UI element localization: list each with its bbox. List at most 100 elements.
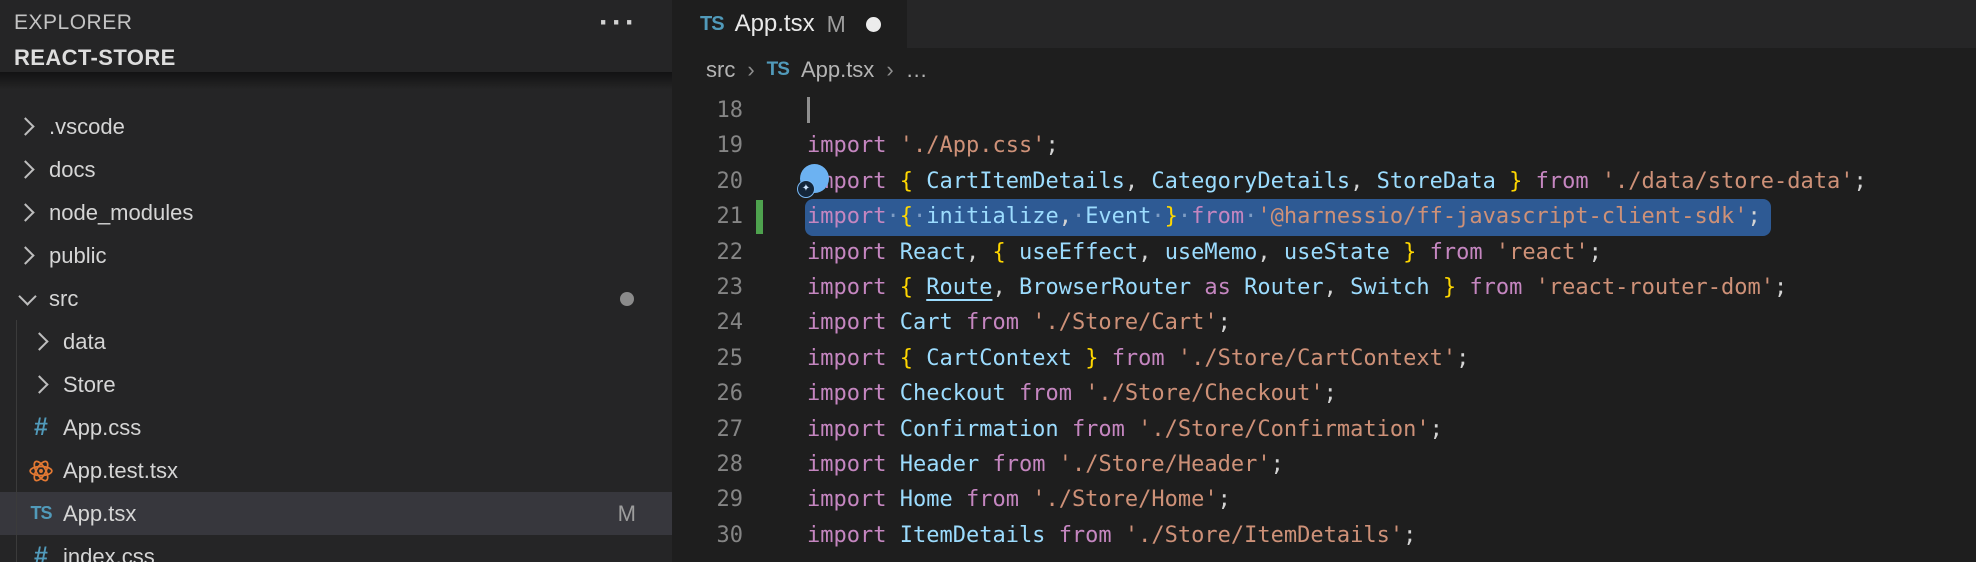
line-number[interactable]: 29 (672, 482, 743, 517)
chevron-right-icon[interactable] (14, 206, 40, 219)
line-number[interactable]: 26 (672, 376, 743, 411)
chevron-right-icon[interactable] (14, 163, 40, 176)
tree-item-Store[interactable]: Store (0, 363, 672, 406)
code-line-30[interactable]: 30 import ItemDetails from './Store/ItemD… (672, 518, 1976, 553)
tab-bar: TS App.tsx M (672, 0, 1976, 48)
tree-item-label: public (49, 243, 106, 269)
tree-item-App.tsx[interactable]: TSApp.tsxM (0, 492, 672, 535)
tab-app-tsx[interactable]: TS App.tsx M (672, 0, 907, 48)
code-line-25[interactable]: 25import { CartContext } from './Store/C… (672, 341, 1976, 376)
ellipsis-icon[interactable]: ··· (599, 13, 638, 33)
line-number[interactable]: 28 (672, 447, 743, 482)
code-text: import ItemDetails from './Store/ItemDet… (807, 518, 1416, 553)
ts-file-icon: TS (700, 13, 724, 36)
line-number[interactable]: 20 (672, 164, 743, 199)
line-number[interactable]: 30 (672, 518, 743, 553)
file-tree: .vscode docs node_modulespublic src data Stor… (0, 72, 672, 562)
chevron-right-icon[interactable] (28, 378, 54, 391)
chevron-right-icon: › (886, 57, 893, 83)
line-number[interactable]: 24 (672, 305, 743, 340)
tree-item-label: .vscode (49, 114, 125, 140)
code-line-24[interactable]: 24 import Cart from './Store/Cart'; (672, 305, 1976, 340)
tree-item-index.css[interactable]: # index.css (0, 535, 672, 562)
tree-item-docs[interactable]: docs (0, 148, 672, 191)
tree-item-src[interactable]: src (0, 277, 672, 320)
code-line-22[interactable]: 22 import React, { useEffect, useMemo, us… (672, 235, 1976, 270)
chevron-down-icon[interactable] (14, 294, 40, 303)
tree-item-public[interactable]: public (0, 234, 672, 277)
css-file-icon: # (28, 542, 54, 562)
gutter (743, 376, 807, 411)
code-line-19[interactable]: 19import './App.css'; (672, 128, 1976, 163)
code-line-21[interactable]: 21 import·{·initialize,·Event·}·from·'@ha… (672, 199, 1976, 234)
copilot-suggestion-icon[interactable]: ✦ (800, 164, 829, 193)
code-line-18[interactable]: 18 (672, 93, 1976, 128)
gutter (743, 447, 807, 482)
tree-item-label: index.css (63, 544, 155, 562)
code-line-29[interactable]: 29 import Home from './Store/Home'; (672, 482, 1976, 517)
gutter (743, 93, 807, 128)
chevron-right-icon[interactable] (28, 335, 54, 348)
gutter (743, 482, 807, 517)
tree-item-label: data (63, 329, 106, 355)
code-line-20[interactable]: 20 ✦import { CartItemDetails, CategoryDet… (672, 164, 1976, 199)
code-area[interactable]: 1819import './App.css';20 ✦import { CartI… (672, 92, 1976, 562)
code-text: import { Route, BrowserRouter as Router,… (807, 270, 1787, 305)
code-text: import Cart from './Store/Cart'; (807, 305, 1231, 340)
gutter (743, 270, 807, 305)
line-number[interactable]: 19 (672, 128, 743, 163)
tree-item-data[interactable]: data (0, 320, 672, 363)
unsaved-dot-icon[interactable] (866, 17, 881, 32)
chevron-right-icon: › (747, 57, 754, 83)
explorer-title: EXPLORER (14, 11, 132, 35)
breadcrumb-more[interactable]: … (906, 57, 928, 83)
ts-file-icon: TS (28, 503, 54, 524)
tree-item-App.css[interactable]: #App.css (0, 406, 672, 449)
line-number[interactable]: 25 (672, 341, 743, 376)
code-text (807, 93, 810, 128)
line-number[interactable]: 18 (672, 93, 743, 128)
chevron-right-icon[interactable] (14, 249, 40, 262)
code-text: import·{·initialize,·Event·}·from·'@harn… (807, 199, 1771, 234)
code-line-23[interactable]: 23 import { Route, BrowserRouter as Route… (672, 270, 1976, 305)
tree-item-label: App.tsx (63, 501, 136, 527)
code-line-28[interactable]: 28 import Header from './Store/Header'; (672, 447, 1976, 482)
tab-modified-badge: M (827, 11, 846, 38)
line-number[interactable]: 27 (672, 412, 743, 447)
code-line-26[interactable]: 26import Checkout from './Store/Checkout… (672, 376, 1976, 411)
code-text: import Confirmation from './Store/Confir… (807, 412, 1443, 447)
breadcrumb-file[interactable]: App.tsx (801, 57, 874, 83)
code-text: import Header from './Store/Header'; (807, 447, 1284, 482)
text-cursor (807, 97, 810, 123)
explorer-header: EXPLORER ··· (0, 0, 672, 38)
tree-item-.vscode[interactable]: .vscode (0, 105, 672, 148)
breadcrumb-folder[interactable]: src (706, 57, 735, 83)
code-text: ✦import { CartItemDetails, CategoryDetai… (807, 164, 1867, 199)
vscode-window: EXPLORER ··· REACT-STORE .vscode docs node… (0, 0, 1976, 562)
tree-item-label: App.test.tsx (63, 458, 178, 484)
selection-highlight: import·{·initialize,·Event·}·from·'@harn… (805, 199, 1771, 236)
code-line-27[interactable]: 27 import Confirmation from './Store/Conf… (672, 412, 1976, 447)
code-text: import Home from './Store/Home'; (807, 482, 1231, 517)
gutter (743, 164, 807, 199)
line-number[interactable]: 22 (672, 235, 743, 270)
project-section-header[interactable]: REACT-STORE (0, 44, 672, 72)
breadcrumb: src › TS App.tsx › … (672, 48, 1976, 92)
tree-item-node_modules[interactable]: node_modules (0, 191, 672, 234)
project-name: REACT-STORE (14, 45, 176, 71)
gutter (743, 305, 807, 340)
line-number[interactable]: 23 (672, 270, 743, 305)
tree-item-label: node_modules (49, 200, 193, 226)
tree-item-App.test.tsx[interactable]: App.test.tsx (0, 449, 672, 492)
chevron-right-icon[interactable] (14, 120, 40, 133)
gutter (743, 518, 807, 553)
ts-file-icon: TS (767, 59, 789, 81)
editor-group: TS App.tsx M src › TS App.tsx › … 1819im… (672, 0, 1976, 562)
react-file-icon (28, 458, 54, 484)
line-number[interactable]: 21 (672, 199, 743, 234)
code-text: import React, { useEffect, useMemo, useS… (807, 235, 1602, 270)
css-file-icon: # (28, 413, 54, 442)
modified-dot-icon (620, 292, 634, 306)
tree-item-label: Store (63, 372, 116, 398)
explorer-sidebar: EXPLORER ··· REACT-STORE .vscode docs node… (0, 0, 672, 562)
